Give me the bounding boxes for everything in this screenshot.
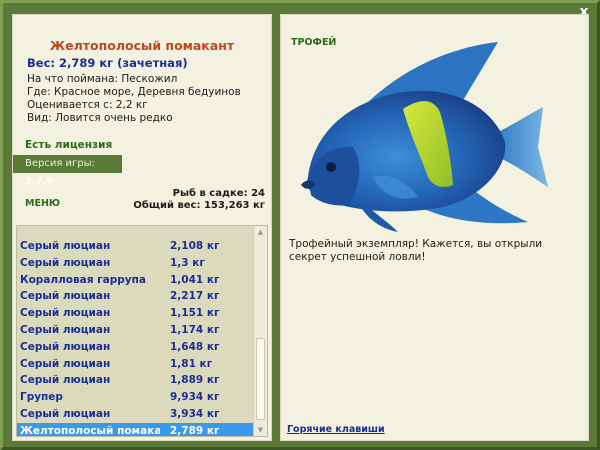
list-item-name: Серый люциан	[20, 324, 111, 336]
list-item[interactable]: Серый люциан 1,81 кг	[17, 356, 254, 372]
list-item-name: Серый люциан	[20, 240, 111, 252]
list-item-weight: 1,648 кг	[170, 340, 220, 353]
list-item-weight: 2,217 кг	[170, 290, 220, 303]
catch-info-panel: Желтополосый помакант Вес: 2,789 кг (зач…	[12, 14, 272, 441]
list-item-name: Серый люциан	[20, 307, 111, 320]
list-item[interactable]: Серый люциан 2,108 кг	[17, 238, 254, 254]
list-item[interactable]: Групер 9,934 кг	[17, 389, 254, 405]
list-item[interactable]: Серый люциан 1,3 кг	[17, 255, 254, 271]
info-min-weight: Оценивается с: 2,2 кг	[27, 99, 148, 111]
list-item-name: Серый люциан	[20, 357, 111, 370]
list-item[interactable]: Серый люциан 1,889 кг	[17, 372, 254, 388]
trophy-message: Трофейный экземпляр! Кажется, вы открыли…	[289, 238, 543, 263]
angelfish-image	[301, 42, 548, 232]
info-rarity: Вид: Ловится очень редко	[27, 112, 173, 124]
list-item[interactable]: Серый люциан 1,648 кг	[17, 339, 254, 355]
menu-button[interactable]: МЕНЮ	[25, 198, 60, 209]
list-item-name: Серый люциан	[20, 374, 111, 387]
fish-count: Рыб в садке: 24	[172, 188, 265, 199]
list-item-weight: 9,934 кг	[170, 391, 220, 404]
list-item-weight: 1,81 кг	[170, 357, 213, 370]
trophy-label: ТРОФЕЙ	[291, 37, 337, 48]
version-box: Версия игры: 3.7.6	[13, 155, 122, 187]
list-item-name: Коралловая гаррупа	[20, 273, 146, 286]
list-item-weight: 1,041 кг	[170, 273, 220, 286]
scroll-thumb[interactable]	[256, 338, 265, 420]
fish-title: Желтополосый помакант	[49, 38, 235, 53]
scroll-up-icon[interactable]: ▲	[254, 226, 267, 238]
version-value: 3.7.6	[25, 176, 54, 187]
total-weight: Общий вес: 153,263 кг	[133, 200, 265, 211]
list-item[interactable]: Серый люциан 2,217 кг	[17, 288, 254, 304]
list-item-name: Групер	[20, 391, 63, 404]
list-item-name: Серый люциан	[20, 340, 111, 353]
list-item-name: Серый люциан	[20, 256, 111, 269]
list-item[interactable]: Серый люциан 1,151 кг	[17, 305, 254, 321]
list-item-weight: 1,174 кг	[170, 324, 220, 336]
hotkeys-link[interactable]: Горячие клавиши	[287, 424, 385, 435]
list-item-name: Серый люциан	[20, 408, 111, 420]
list-item[interactable]: Коралловая гаррупа 1,041 кг	[17, 272, 254, 288]
list-item-weight: 1,151 кг	[170, 307, 220, 320]
list-scrollbar[interactable]: ▲ ▼	[253, 226, 267, 436]
list-item-weight: 1,889 кг	[170, 374, 220, 387]
catch-list[interactable]: Серый люциан 2,108 кг Серый люциан 1,3 кг Ко…	[16, 225, 268, 437]
version-label: Версия игры:	[25, 158, 95, 169]
list-item-name: Серый люциан	[20, 290, 111, 303]
license-status: Есть лицензия	[25, 139, 113, 151]
list-item[interactable]: Серый люциан 1,174 кг	[17, 322, 254, 338]
fish-weight: Вес: 2,789 кг (зачетная)	[27, 56, 188, 70]
list-item-weight: 1,3 кг	[170, 256, 205, 269]
info-bait: На что поймана: Пескожил	[27, 73, 178, 85]
list-item-name: Желтополосый помакан...	[20, 424, 160, 437]
list-item-weight: 2,789 кг	[170, 424, 220, 437]
list-item[interactable]: Желтополосый помакан... 2,789 кг	[17, 422, 254, 437]
list-item-weight: 3,934 кг	[170, 408, 220, 420]
scroll-down-icon[interactable]: ▼	[254, 424, 267, 436]
list-item[interactable]: Серый люциан 3,934 кг	[17, 406, 254, 422]
info-location: Где: Красное море, Деревня бедуинов	[27, 86, 241, 98]
keepnet-stats: Рыб в садке: 24 Общий вес: 153,263 кг	[133, 188, 265, 212]
list-item-weight: 2,108 кг	[170, 240, 220, 252]
trophy-panel: ТРОФЕЙ Трофейный экземпляр! Кажется, вы …	[280, 14, 589, 441]
